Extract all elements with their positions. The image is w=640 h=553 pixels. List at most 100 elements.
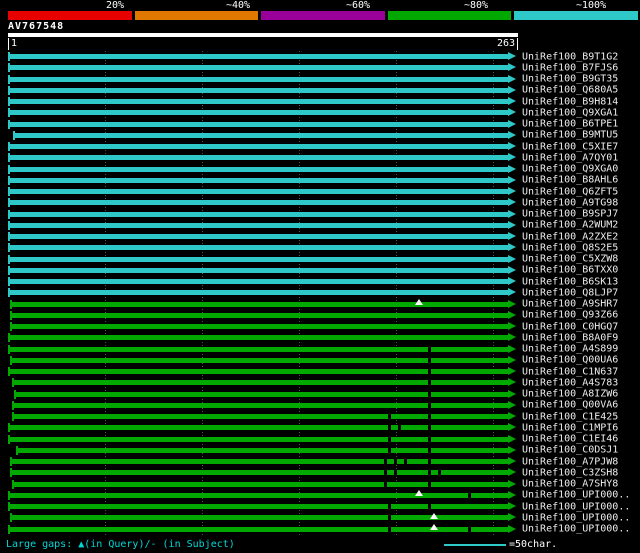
alignment-bar[interactable] xyxy=(8,74,516,85)
ruler-legend-text: =50char. xyxy=(509,539,558,550)
alignment-bar[interactable] xyxy=(8,152,516,163)
alignment-bar[interactable] xyxy=(12,377,516,388)
alignment-bar[interactable] xyxy=(8,501,516,512)
hit-id-label[interactable]: UniRef100_UPI000.. xyxy=(522,512,630,523)
alignment-bar[interactable] xyxy=(8,242,516,253)
alignment-bar[interactable] xyxy=(8,422,516,433)
hit-id-label[interactable]: UniRef100_Q9XGA0 xyxy=(522,164,618,175)
alignment-bar[interactable] xyxy=(10,355,516,366)
hit-id-label[interactable]: UniRef100_B8A0F9 xyxy=(522,332,618,343)
hit-id-label[interactable]: UniRef100_B9H814 xyxy=(522,96,618,107)
alignment-bar[interactable] xyxy=(10,310,516,321)
alignment-bar[interactable] xyxy=(8,366,516,377)
hit-id-label[interactable]: UniRef100_UPI000.. xyxy=(522,490,630,501)
alignment-bar[interactable] xyxy=(8,490,516,501)
subject-gap-marker xyxy=(384,458,387,466)
bar-body xyxy=(8,87,508,93)
alignment-bar[interactable] xyxy=(8,231,516,242)
alignment-bar[interactable] xyxy=(8,265,516,276)
hit-id-label[interactable]: UniRef100_C3ZSH8 xyxy=(522,467,618,478)
hit-id-label[interactable]: UniRef100_A4S783 xyxy=(522,377,618,388)
subject-gap-marker xyxy=(468,491,471,499)
hit-id-label[interactable]: UniRef100_C1MPI6 xyxy=(522,422,618,433)
hit-id-label[interactable]: UniRef100_Q00UA6 xyxy=(522,355,618,366)
alignment-bar[interactable] xyxy=(12,400,516,411)
bar-body xyxy=(8,166,508,172)
hit-id-label[interactable]: UniRef100_B9MTU5 xyxy=(522,130,618,141)
hit-id-label[interactable]: UniRef100_C0DSJ1 xyxy=(522,445,618,456)
hit-id-label[interactable]: UniRef100_C5XZW8 xyxy=(522,254,618,265)
bar-arrowhead xyxy=(508,187,516,196)
alignment-bar[interactable] xyxy=(8,107,516,118)
alignment-bar[interactable] xyxy=(8,51,516,62)
alignment-row: UniRef100_Q00VA6 xyxy=(8,400,618,411)
hit-id-label[interactable]: UniRef100_UPI000.. xyxy=(522,501,630,512)
hit-id-label[interactable]: UniRef100_UPI000.. xyxy=(522,524,630,535)
alignment-bar[interactable] xyxy=(8,276,516,287)
alignment-bar[interactable] xyxy=(8,175,516,186)
hit-id-label[interactable]: UniRef100_B6SK13 xyxy=(522,276,618,287)
alignment-bar[interactable] xyxy=(8,344,516,355)
alignment-bar[interactable] xyxy=(8,141,516,152)
hit-id-label[interactable]: UniRef100_Q93Z66 xyxy=(522,310,618,321)
hit-id-label[interactable]: UniRef100_C1EI46 xyxy=(522,434,618,445)
alignment-bar[interactable] xyxy=(8,186,516,197)
hit-id-label[interactable]: UniRef100_A8IZW6 xyxy=(522,389,618,400)
alignment-bar[interactable] xyxy=(8,287,516,298)
alignment-bar[interactable] xyxy=(10,321,516,332)
alignment-bar[interactable] xyxy=(10,456,516,467)
alignment-row: UniRef100_A4S899 xyxy=(8,344,618,355)
hit-id-label[interactable]: UniRef100_B6TXX0 xyxy=(522,265,618,276)
hit-id-label[interactable]: UniRef100_B9GT35 xyxy=(522,74,618,85)
hit-id-label[interactable]: UniRef100_A7QY01 xyxy=(522,152,618,163)
bar-body xyxy=(8,177,508,183)
alignment-bar[interactable] xyxy=(8,209,516,220)
hit-id-label[interactable]: UniRef100_Q8S2E5 xyxy=(522,242,618,253)
bar-body xyxy=(8,54,508,60)
hit-id-label[interactable]: UniRef100_Q6ZFT5 xyxy=(522,186,618,197)
hit-id-label[interactable]: UniRef100_Q9XGA1 xyxy=(522,107,618,118)
alignment-bar[interactable] xyxy=(12,479,516,490)
hit-id-label[interactable]: UniRef100_A7SHY8 xyxy=(522,479,618,490)
hit-id-label[interactable]: UniRef100_A2WUM2 xyxy=(522,220,618,231)
hit-id-label[interactable]: UniRef100_Q8LJP7 xyxy=(522,287,618,298)
alignment-bar[interactable] xyxy=(13,130,516,141)
hit-id-label[interactable]: UniRef100_A9TG98 xyxy=(522,197,618,208)
hit-id-label[interactable]: UniRef100_A7PJW8 xyxy=(522,456,618,467)
bar-arrowhead xyxy=(508,119,516,128)
bar-arrowhead xyxy=(508,400,516,409)
alignment-bar[interactable] xyxy=(8,524,516,535)
hit-id-label[interactable]: UniRef100_A2ZXE2 xyxy=(522,231,618,242)
hit-id-label[interactable]: UniRef100_B9SPJ7 xyxy=(522,209,618,220)
subject-gap-marker xyxy=(388,424,391,432)
alignment-bar[interactable] xyxy=(8,164,516,175)
alignment-bar[interactable] xyxy=(8,96,516,107)
scale-segment-green xyxy=(387,11,512,20)
alignment-bar[interactable] xyxy=(16,445,516,456)
hit-id-label[interactable]: UniRef100_B9T1G2 xyxy=(522,51,618,62)
alignment-bar[interactable] xyxy=(14,389,516,400)
hit-id-label[interactable]: UniRef100_A4S899 xyxy=(522,344,618,355)
alignment-bar[interactable] xyxy=(8,434,516,445)
alignment-bar[interactable] xyxy=(8,220,516,231)
alignment-bar[interactable] xyxy=(10,512,516,523)
hit-id-label[interactable]: UniRef100_C1E425 xyxy=(522,411,618,422)
hit-id-label[interactable]: UniRef100_C1N637 xyxy=(522,366,618,377)
hit-id-label[interactable]: UniRef100_C0HGQ7 xyxy=(522,321,618,332)
alignment-bar[interactable] xyxy=(8,62,516,73)
hit-id-label[interactable]: UniRef100_Q00VA6 xyxy=(522,400,618,411)
alignment-bar[interactable] xyxy=(8,332,516,343)
alignment-bar[interactable] xyxy=(10,299,516,310)
alignment-bar[interactable] xyxy=(8,197,516,208)
alignment-bar[interactable] xyxy=(8,85,516,96)
alignment-bar[interactable] xyxy=(12,411,516,422)
hit-id-label[interactable]: UniRef100_B6TPE1 xyxy=(522,119,618,130)
hit-id-label[interactable]: UniRef100_A9SHR7 xyxy=(522,299,618,310)
alignment-bar[interactable] xyxy=(8,119,516,130)
hit-id-label[interactable]: UniRef100_B8AHL6 xyxy=(522,175,618,186)
alignment-bar[interactable] xyxy=(10,467,516,478)
hit-id-label[interactable]: UniRef100_Q680A5 xyxy=(522,85,618,96)
hit-id-label[interactable]: UniRef100_C5XIE7 xyxy=(522,141,618,152)
alignment-bar[interactable] xyxy=(8,254,516,265)
hit-id-label[interactable]: UniRef100_B7FJS6 xyxy=(522,62,618,73)
